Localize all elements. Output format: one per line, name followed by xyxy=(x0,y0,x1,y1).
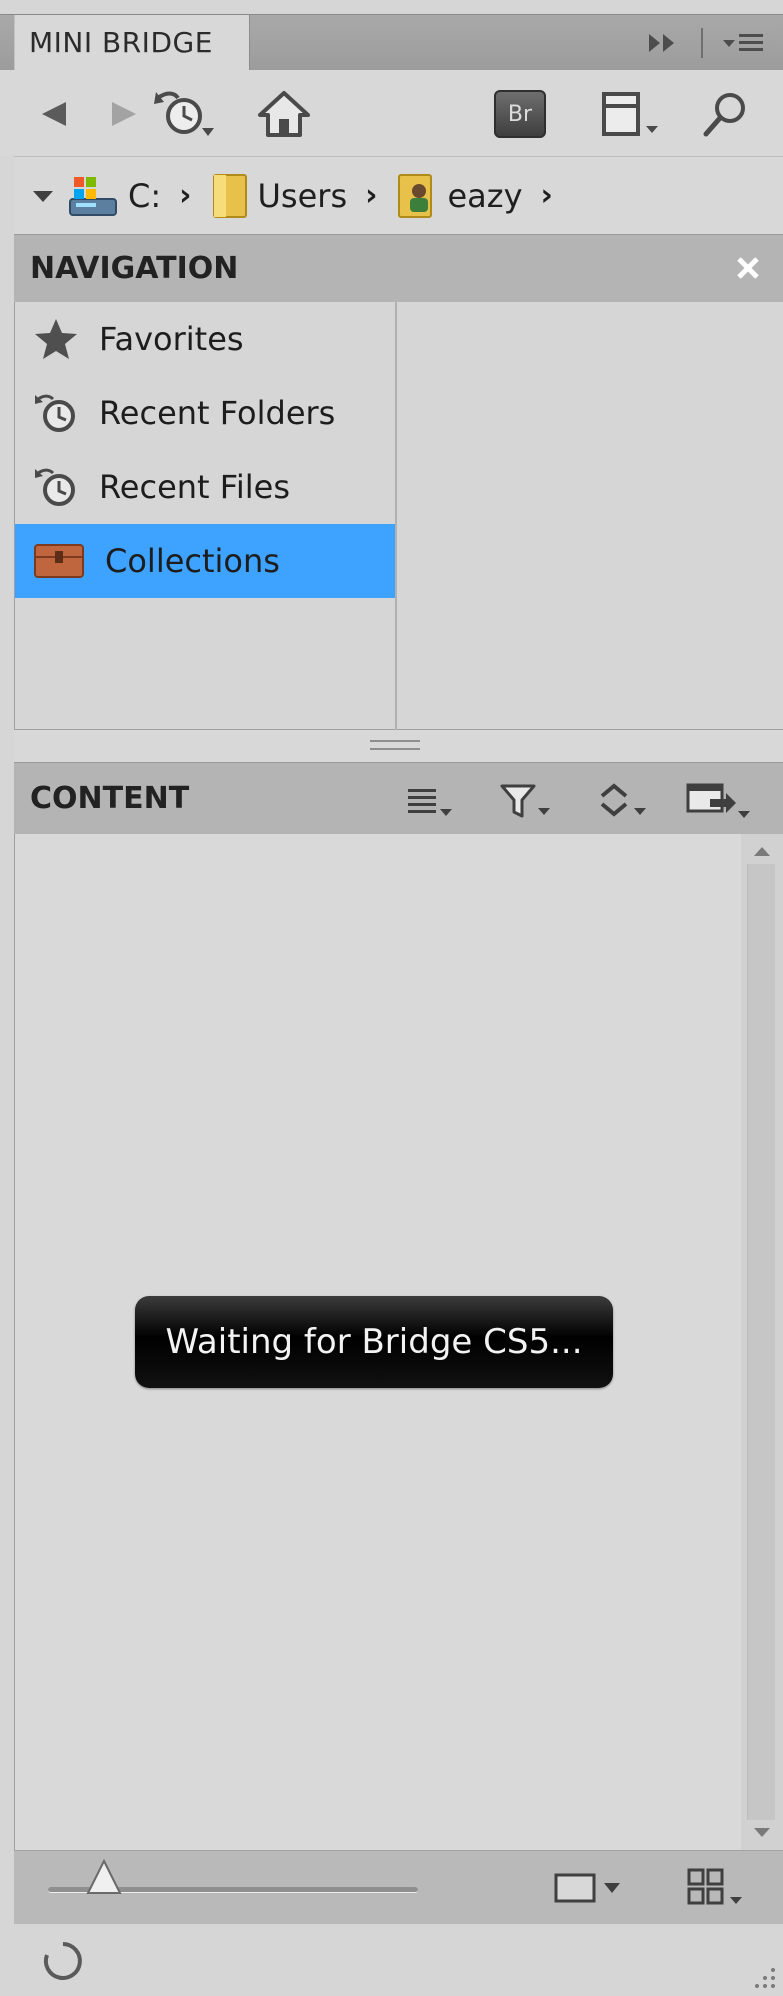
slider-thumb-icon[interactable] xyxy=(86,1859,122,1897)
mini-bridge-tab[interactable]: MINI BRIDGE xyxy=(14,15,250,71)
collapse-panel-icon[interactable] xyxy=(645,31,683,55)
panel-menu-controls xyxy=(645,25,769,61)
user-folder-icon xyxy=(398,173,433,218)
breadcrumb-separator-icon[interactable]: › xyxy=(541,178,553,213)
status-bar xyxy=(14,1924,783,1996)
folder-icon xyxy=(212,173,247,218)
navigation-body: Favorites Recent Folders Recent Files Co… xyxy=(14,302,783,730)
clock-history-icon xyxy=(154,91,214,136)
sort-list-button[interactable] xyxy=(406,781,456,821)
navigation-header: NAVIGATION xyxy=(14,234,783,302)
filter-button[interactable] xyxy=(500,781,554,821)
panel-menu-icon[interactable] xyxy=(721,28,769,58)
grid-view-icon xyxy=(687,1868,742,1905)
star-icon xyxy=(35,319,77,359)
separator xyxy=(701,28,703,58)
export-window-icon xyxy=(686,783,750,818)
breadcrumb-separator-icon[interactable]: › xyxy=(365,178,377,213)
breadcrumb-separator-icon[interactable]: › xyxy=(179,178,191,213)
nav-item-label: Favorites xyxy=(99,320,244,358)
launch-bridge-button[interactable]: Br xyxy=(494,88,546,140)
nav-item-label: Collections xyxy=(105,542,280,580)
list-menu-icon xyxy=(408,789,452,816)
breadcrumb-drive[interactable]: C: xyxy=(66,171,161,221)
scroll-up-icon[interactable] xyxy=(741,838,783,866)
breadcrumb-label: C: xyxy=(128,176,162,215)
breadcrumb-label: eazy xyxy=(447,176,523,215)
breadcrumb-user-folder[interactable]: eazy xyxy=(395,171,523,221)
view-grid-button[interactable] xyxy=(686,1867,752,1913)
path-dropdown-icon[interactable] xyxy=(30,185,56,207)
mini-bridge-panel: MINI BRIDGE Br C: › Users › eazy › NAVIG… xyxy=(0,0,783,1996)
sort-order-button[interactable] xyxy=(596,781,650,821)
back-button[interactable] xyxy=(36,88,72,140)
status-overlay: Waiting for Bridge CS5... xyxy=(135,1296,613,1388)
nav-item-recent-files[interactable]: Recent Files xyxy=(15,450,395,524)
panel-splitter[interactable] xyxy=(14,730,783,762)
arrow-left-icon xyxy=(42,102,66,126)
recent-button[interactable] xyxy=(152,88,216,140)
breadcrumb-users[interactable]: Users xyxy=(210,171,348,221)
clock-file-icon xyxy=(35,468,75,506)
nav-item-recent-folders[interactable]: Recent Folders xyxy=(15,376,395,450)
scroll-down-icon[interactable] xyxy=(741,1818,783,1846)
vertical-scrollbar[interactable] xyxy=(741,834,783,1850)
magnifier-icon xyxy=(703,93,745,137)
navigation-list: Favorites Recent Folders Recent Files Co… xyxy=(15,302,397,730)
clock-folder-icon xyxy=(35,394,75,432)
home-icon xyxy=(258,91,310,137)
content-area[interactable]: Waiting for Bridge CS5... xyxy=(14,834,783,1850)
toolbar: Br xyxy=(0,70,783,156)
content-header: CONTENT xyxy=(14,762,783,834)
forward-button[interactable] xyxy=(106,88,142,140)
scrollbar-track[interactable] xyxy=(747,864,775,1820)
funnel-icon xyxy=(500,784,550,818)
path-bar: C: › Users › eazy › xyxy=(14,156,783,234)
panel-layout-icon xyxy=(602,92,658,136)
nav-item-label: Recent Folders xyxy=(99,394,336,432)
content-title: CONTENT xyxy=(30,781,190,816)
computer-drive-icon xyxy=(69,176,117,216)
tools-button[interactable] xyxy=(686,781,752,821)
collection-box-icon xyxy=(34,544,84,578)
content-footer xyxy=(14,1850,783,1924)
nav-item-collections[interactable]: Collections xyxy=(15,524,395,598)
search-button[interactable] xyxy=(700,88,752,140)
sort-arrows-icon xyxy=(600,783,646,817)
resize-grip-icon[interactable] xyxy=(751,1964,779,1992)
bridge-logo-label: Br xyxy=(507,101,533,127)
home-button[interactable] xyxy=(256,88,312,140)
loading-spinner-icon xyxy=(43,1942,82,1980)
preview-rectangle-icon xyxy=(554,1873,620,1903)
close-icon[interactable] xyxy=(733,253,763,283)
splitter-grip-icon[interactable] xyxy=(370,740,420,750)
breadcrumb-label: Users xyxy=(257,176,348,215)
nav-item-label: Recent Files xyxy=(99,468,290,506)
tab-bar: MINI BRIDGE xyxy=(0,14,783,71)
nav-item-favorites[interactable]: Favorites xyxy=(15,302,395,376)
panel-view-button[interactable] xyxy=(600,88,666,140)
preview-mode-button[interactable] xyxy=(554,1869,628,1913)
bridge-logo-icon: Br xyxy=(494,90,546,138)
navigation-title: NAVIGATION xyxy=(30,251,239,286)
arrow-right-icon xyxy=(112,102,136,126)
